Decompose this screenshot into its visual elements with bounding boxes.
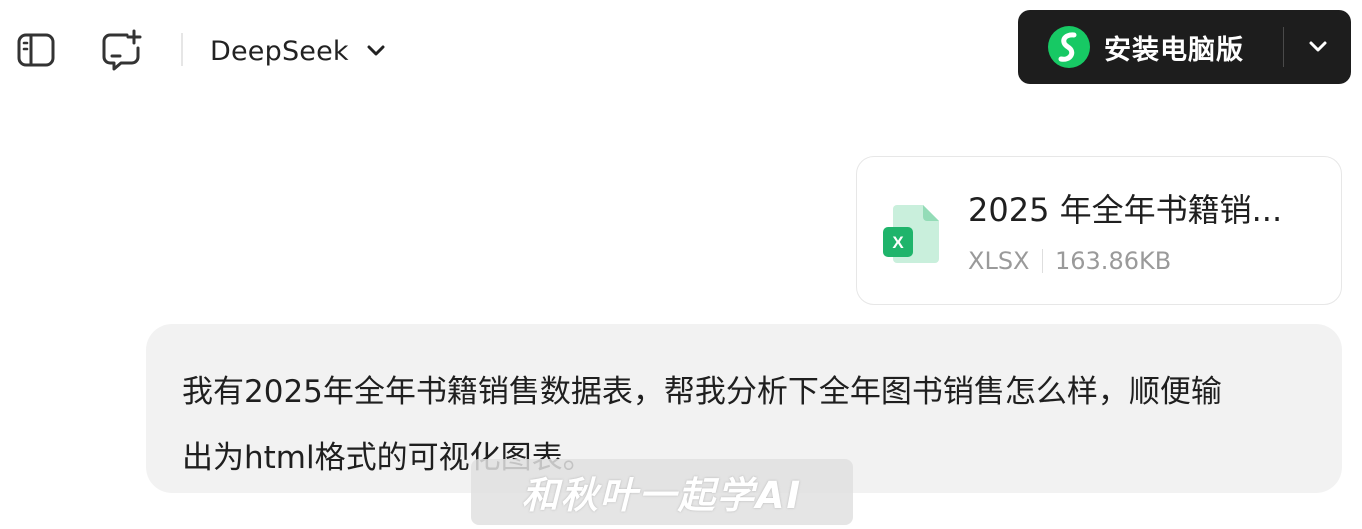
install-desktop-button-group: 安装电脑版 bbox=[1018, 10, 1351, 84]
meta-separator bbox=[1041, 249, 1043, 273]
excel-file-icon: X bbox=[883, 205, 939, 263]
sidebar-panel-icon bbox=[17, 33, 55, 67]
app-logo-icon bbox=[1048, 26, 1090, 68]
attachment-card[interactable]: X 2025 年全年书籍销... XLSX 163.86KB bbox=[856, 156, 1342, 305]
chat-page: DeepSeek 安装电脑版 X 2025 年全年书籍销... XLSX 163… bbox=[0, 0, 1362, 529]
model-selector[interactable]: DeepSeek bbox=[210, 31, 387, 71]
new-chat-button[interactable] bbox=[99, 28, 143, 72]
install-desktop-label: 安装电脑版 bbox=[1104, 34, 1244, 66]
watermark-text: 和秋叶一起学AI bbox=[521, 474, 803, 517]
watermark: 和秋叶一起学AI bbox=[471, 459, 853, 525]
chevron-down-icon bbox=[1309, 41, 1326, 52]
chevron-down-icon bbox=[367, 45, 385, 56]
header-divider bbox=[181, 33, 183, 66]
attachment-file-size: 163.86KB bbox=[1055, 247, 1172, 275]
install-options-dropdown[interactable] bbox=[1284, 10, 1351, 84]
attachment-file-name: 2025 年全年书籍销... bbox=[968, 191, 1283, 229]
install-desktop-button[interactable]: 安装电脑版 bbox=[1018, 10, 1256, 84]
new-chat-icon bbox=[102, 29, 142, 71]
attachment-file-type: XLSX bbox=[968, 247, 1030, 275]
top-bar: DeepSeek 安装电脑版 bbox=[0, 0, 1362, 100]
model-name: DeepSeek bbox=[210, 35, 349, 67]
attachment-meta: XLSX 163.86KB bbox=[968, 247, 1171, 275]
sidebar-toggle-button[interactable] bbox=[14, 28, 58, 72]
svg-text:X: X bbox=[892, 233, 904, 252]
